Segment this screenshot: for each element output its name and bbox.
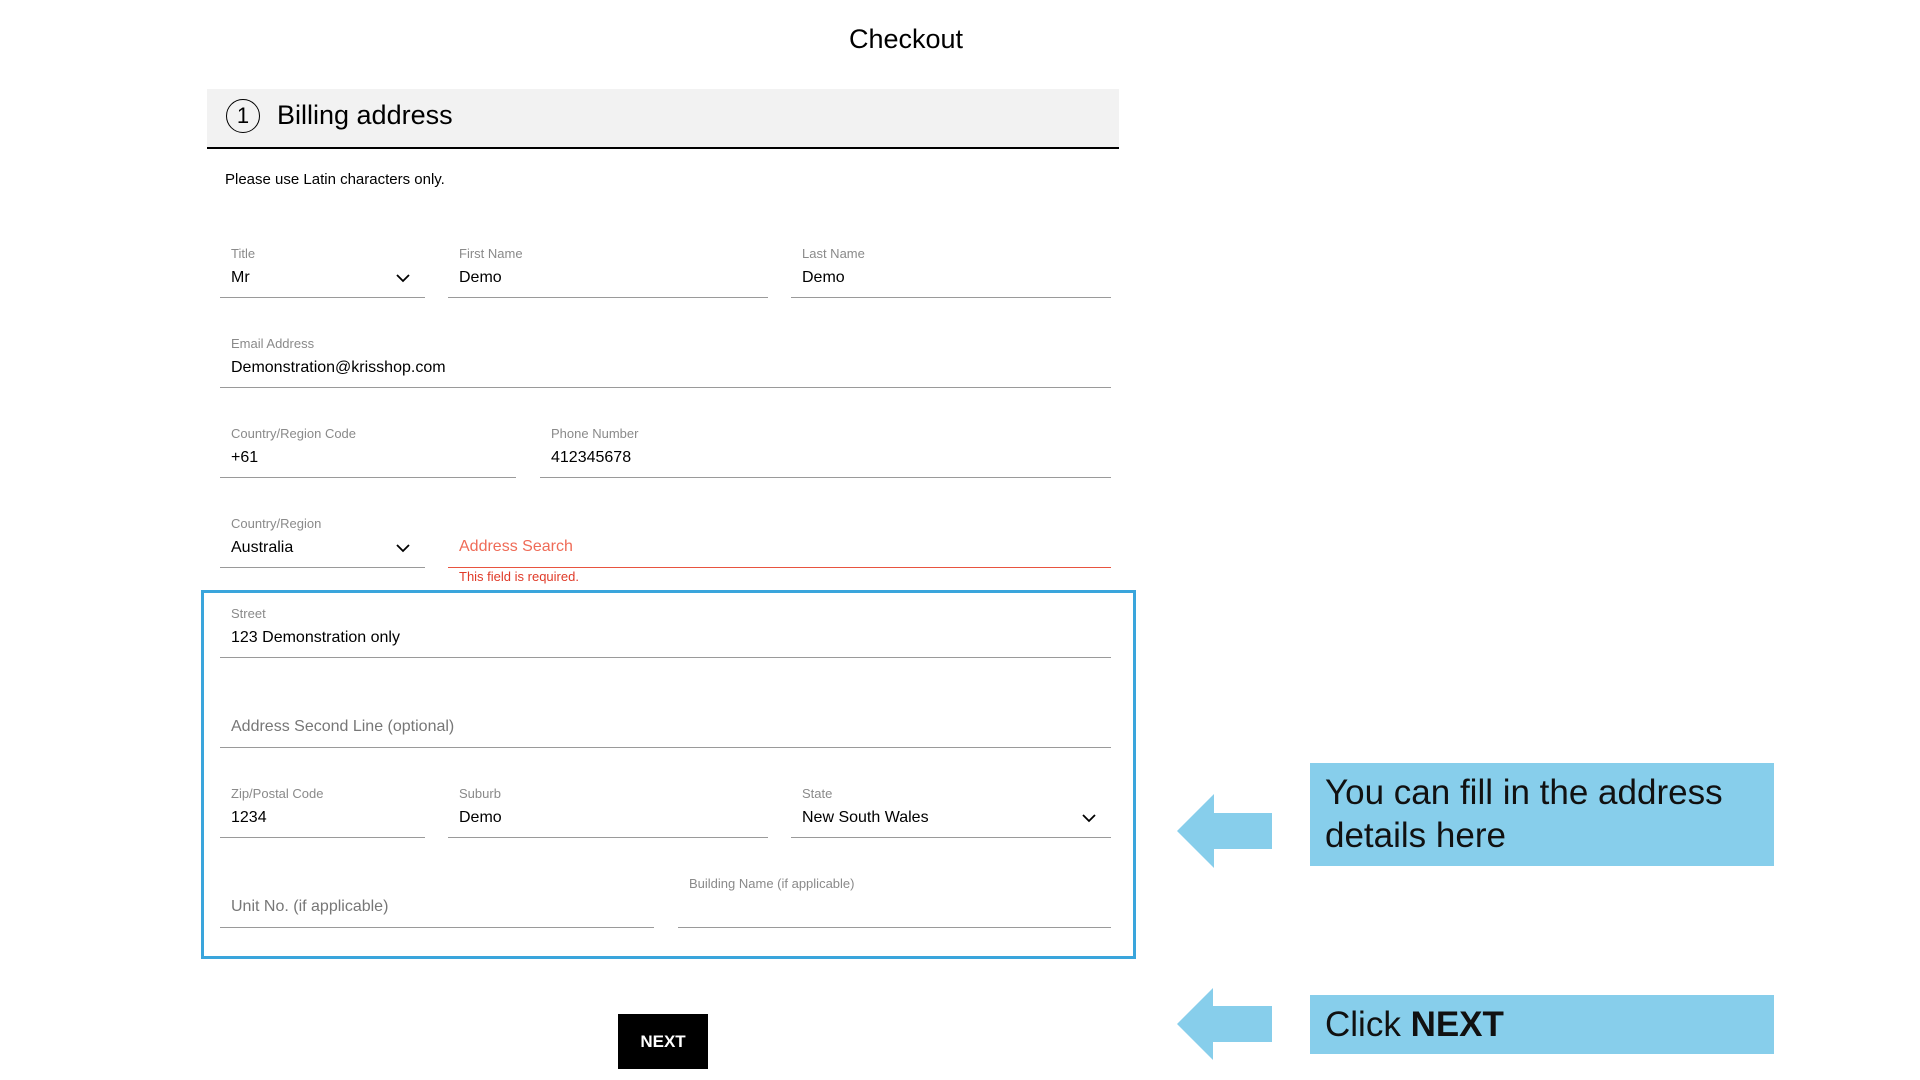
state-value: New South Wales xyxy=(802,809,929,826)
title-label: Title xyxy=(231,246,256,261)
address-callout: You can fill in the address details here xyxy=(1310,763,1774,866)
chevron-down-icon xyxy=(1082,814,1096,823)
last-name-value: Demo xyxy=(802,269,845,286)
country-code-label: Country/Region Code xyxy=(231,426,357,441)
suburb-label: Suburb xyxy=(459,786,501,801)
step-number-badge: 1 xyxy=(226,99,260,133)
email-field[interactable]: Email Address Demonstration@krisshop.com xyxy=(220,328,1111,388)
email-label: Email Address xyxy=(231,336,315,351)
phone-number-value: 412345678 xyxy=(551,449,632,466)
unit-number-input[interactable]: Unit No. (if applicable) xyxy=(220,868,654,928)
chevron-down-icon xyxy=(396,274,410,283)
title-select[interactable]: Title Mr xyxy=(220,238,425,298)
chevron-down-icon xyxy=(396,544,410,553)
arrow-left-icon xyxy=(1177,794,1272,868)
suburb-value: Demo xyxy=(459,809,502,826)
latin-characters-note: Please use Latin characters only. xyxy=(225,171,445,188)
address-search-error: This field is required. xyxy=(459,569,579,584)
address-second-line-placeholder: Address Second Line (optional) xyxy=(231,718,455,735)
last-name-label: Last Name xyxy=(802,246,865,261)
state-select[interactable]: State New South Wales xyxy=(791,778,1111,838)
next-callout: Click NEXT xyxy=(1310,995,1774,1054)
section-title: Billing address xyxy=(277,100,453,130)
next-callout-bold: NEXT xyxy=(1410,1005,1504,1044)
first-name-label: First Name xyxy=(459,246,523,261)
next-button[interactable]: NEXT xyxy=(618,1014,708,1069)
country-code-field[interactable]: Country/Region Code +61 xyxy=(220,418,516,478)
last-name-field[interactable]: Last Name Demo xyxy=(791,238,1111,298)
title-value: Mr xyxy=(231,269,250,286)
building-name-label: Building Name (if applicable) xyxy=(689,876,855,891)
state-label: State xyxy=(802,786,833,801)
first-name-value: Demo xyxy=(459,269,502,286)
phone-number-label: Phone Number xyxy=(551,426,639,441)
country-value: Australia xyxy=(231,539,294,556)
street-field[interactable]: Street 123 Demonstration only xyxy=(220,598,1111,658)
street-label: Street xyxy=(231,606,266,621)
suburb-field[interactable]: Suburb Demo xyxy=(448,778,768,838)
street-value: 123 Demonstration only xyxy=(231,629,400,646)
zip-code-value: 1234 xyxy=(231,809,267,826)
country-select[interactable]: Country/Region Australia xyxy=(220,508,425,568)
building-name-field[interactable]: Building Name (if applicable) xyxy=(678,868,1111,928)
zip-code-label: Zip/Postal Code xyxy=(231,786,324,801)
address-second-line-input[interactable]: Address Second Line (optional) xyxy=(220,688,1111,748)
phone-number-field[interactable]: Phone Number 412345678 xyxy=(540,418,1111,478)
first-name-field[interactable]: First Name Demo xyxy=(448,238,768,298)
page-title: Checkout xyxy=(848,24,964,54)
email-value: Demonstration@krisshop.com xyxy=(231,359,446,376)
next-callout-prefix: Click xyxy=(1325,1005,1411,1044)
address-search-input[interactable]: Address Search xyxy=(448,508,1111,568)
zip-code-field[interactable]: Zip/Postal Code 1234 xyxy=(220,778,425,838)
billing-section-header: 1 Billing address xyxy=(207,89,1119,149)
arrow-left-icon xyxy=(1177,988,1272,1060)
unit-number-placeholder: Unit No. (if applicable) xyxy=(231,898,389,915)
country-code-value: +61 xyxy=(231,449,259,466)
address-search-placeholder: Address Search xyxy=(459,538,573,555)
country-label: Country/Region xyxy=(231,516,322,531)
